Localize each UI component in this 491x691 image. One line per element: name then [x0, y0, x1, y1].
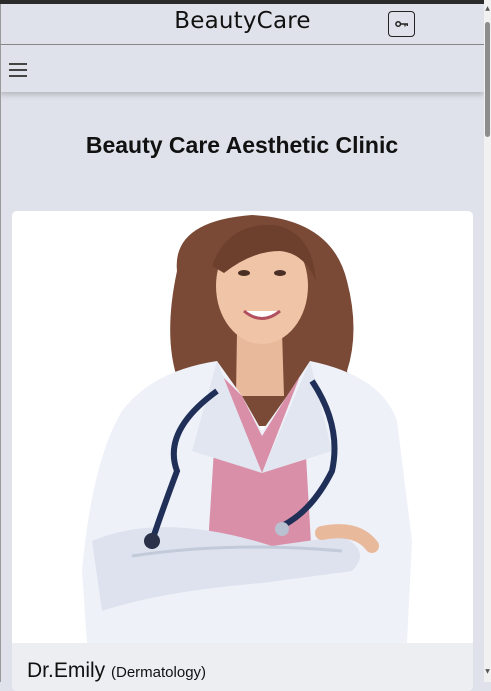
scroll-thumb[interactable]	[485, 22, 490, 137]
hamburger-menu-icon[interactable]	[9, 63, 27, 77]
login-button[interactable]	[388, 11, 415, 37]
doctor-card[interactable]: Dr.Emily (Dermatology)	[12, 211, 473, 691]
scroll-up-icon[interactable]: ▲	[484, 5, 491, 13]
doctor-name-line: Dr.Emily (Dermatology)	[27, 659, 206, 683]
scrollbar[interactable]: ▲ ▼	[484, 0, 491, 682]
navbar	[0, 45, 484, 92]
doctor-name: Dr.Emily	[27, 659, 106, 682]
left-border	[0, 92, 1, 682]
header: BeautyCare	[0, 4, 484, 45]
key-icon	[394, 20, 408, 28]
doctor-photo	[12, 211, 473, 643]
doctor-specialty: (Dermatology)	[111, 664, 207, 681]
page-title: Beauty Care Aesthetic Clinic	[85, 132, 399, 158]
scroll-down-icon[interactable]: ▼	[484, 668, 491, 676]
doctor-card-body: Dr.Emily (Dermatology)	[12, 643, 473, 691]
